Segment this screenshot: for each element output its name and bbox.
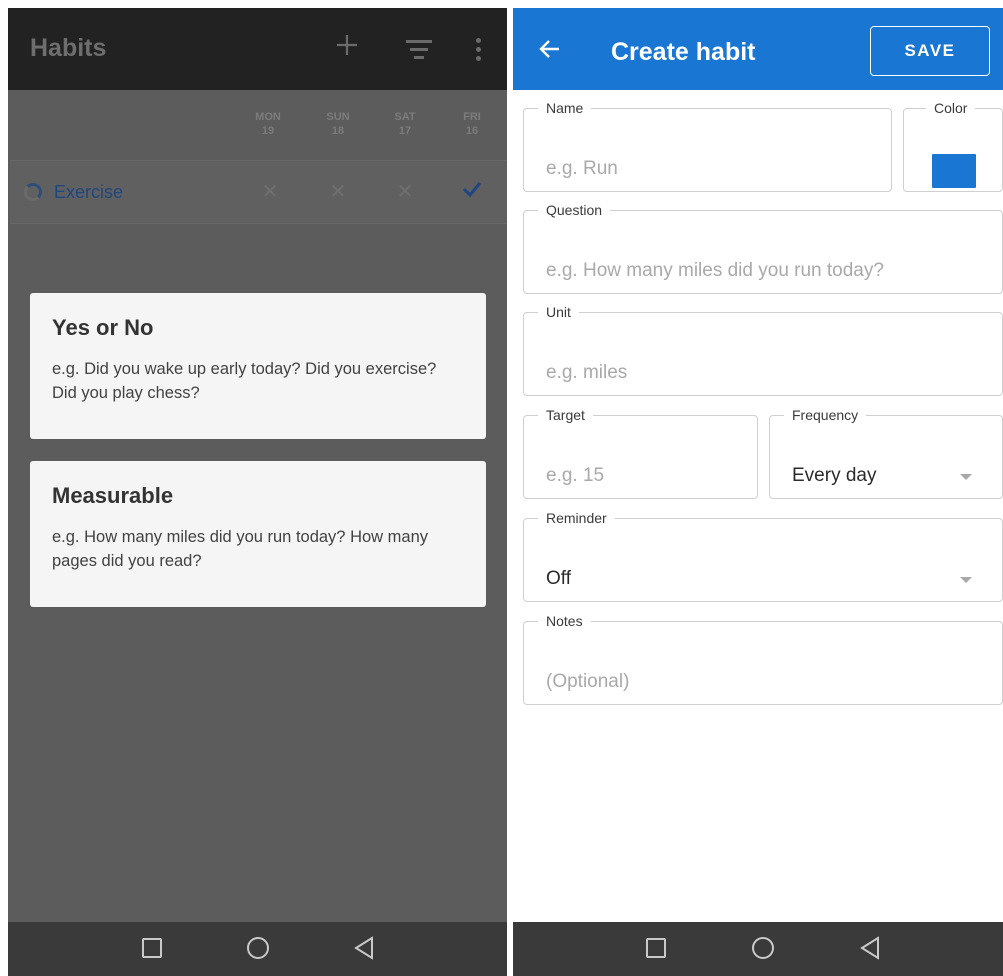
more-vert-icon[interactable] (474, 38, 482, 64)
day-header-fri: FRI 16 (452, 110, 492, 138)
question-input-placeholder: e.g. How many miles did you run today? (546, 260, 884, 281)
target-field[interactable]: Target e.g. 15 (523, 407, 758, 499)
create-habit-app-bar: Create habit SAVE (513, 8, 1003, 90)
day-header-sun: SUN 18 (318, 110, 358, 138)
target-input-placeholder: e.g. 15 (546, 465, 605, 486)
option-title: Measurable (52, 483, 174, 508)
field-label: Target (546, 407, 585, 423)
plus-icon[interactable] (334, 32, 360, 62)
option-description: e.g. Did you wake up early today? Did yo… (52, 360, 437, 402)
system-nav-bar (8, 922, 507, 976)
day-name: SAT (394, 111, 416, 123)
recents-square-icon[interactable] (646, 938, 666, 958)
day-number: 17 (398, 125, 412, 137)
frequency-dropdown[interactable]: Frequency Every day (769, 407, 1003, 499)
habits-app-bar: Habits (8, 8, 507, 90)
day-number: 16 (465, 125, 479, 137)
field-label: Name (546, 100, 584, 116)
screenshot-pair: Habits MON 19 SUN 18 SAT 17 FRI 16 Exerc… (0, 0, 1003, 976)
app-bar-title: Create habit (611, 38, 756, 66)
system-nav-bar (513, 922, 1003, 976)
notes-input-placeholder: (Optional) (546, 671, 630, 692)
habit-row[interactable]: Exercise ✕ ✕ ✕ (10, 160, 507, 224)
field-label: Color (934, 100, 968, 116)
recents-square-icon[interactable] (142, 938, 162, 958)
color-swatch[interactable] (932, 154, 976, 188)
name-input-placeholder: e.g. Run (546, 158, 618, 179)
habits-screen: Habits MON 19 SUN 18 SAT 17 FRI 16 Exerc… (8, 8, 507, 976)
day-number: 19 (261, 125, 275, 137)
habit-name: Exercise (54, 182, 124, 202)
color-field[interactable]: Color (903, 100, 1003, 192)
day-name: FRI (463, 111, 481, 123)
habit-type-option-yes-no[interactable]: Yes or No e.g. Did you wake up early tod… (30, 293, 486, 439)
unit-input-placeholder: e.g. miles (546, 362, 628, 383)
option-title: Yes or No (52, 315, 154, 340)
name-field[interactable]: Name e.g. Run (523, 100, 892, 192)
notes-field[interactable]: Notes (Optional) (523, 613, 1003, 705)
day-header-mon: MON 19 (248, 110, 288, 138)
filter-icon[interactable] (406, 40, 432, 60)
day-name: SUN (326, 111, 350, 123)
field-label: Frequency (792, 407, 859, 423)
cross-icon[interactable]: ✕ (323, 179, 353, 204)
option-description: e.g. How many miles did you run today? H… (52, 528, 429, 570)
cross-icon[interactable]: ✕ (390, 179, 420, 204)
score-ring-icon (24, 183, 42, 201)
question-field[interactable]: Question e.g. How many miles did you run… (523, 202, 1003, 294)
field-label: Notes (546, 613, 583, 629)
app-bar-title: Habits (30, 34, 107, 62)
unit-field[interactable]: Unit e.g. miles (523, 304, 1003, 396)
field-label: Unit (546, 304, 571, 320)
save-button[interactable]: SAVE (870, 26, 990, 76)
back-arrow-icon[interactable] (539, 38, 561, 60)
reminder-value: Off (546, 568, 571, 589)
frequency-value: Every day (792, 465, 877, 486)
back-triangle-icon[interactable] (859, 936, 881, 960)
field-label: Reminder (546, 510, 607, 526)
day-number: 18 (331, 125, 345, 137)
home-circle-icon[interactable] (247, 937, 269, 959)
back-triangle-icon[interactable] (353, 936, 375, 960)
check-icon[interactable] (457, 179, 487, 205)
dropdown-caret-icon (960, 577, 972, 583)
day-header-sat: SAT 17 (385, 110, 425, 138)
reminder-dropdown[interactable]: Reminder Off (523, 510, 1003, 602)
day-name: MON (255, 111, 281, 123)
habit-type-option-measurable[interactable]: Measurable e.g. How many miles did you r… (30, 461, 486, 607)
dropdown-caret-icon (960, 474, 972, 480)
cross-icon[interactable]: ✕ (255, 179, 285, 204)
home-circle-icon[interactable] (752, 937, 774, 959)
field-label: Question (546, 202, 603, 218)
create-habit-screen: Create habit SAVE Name e.g. Run Color Qu… (513, 8, 1003, 976)
